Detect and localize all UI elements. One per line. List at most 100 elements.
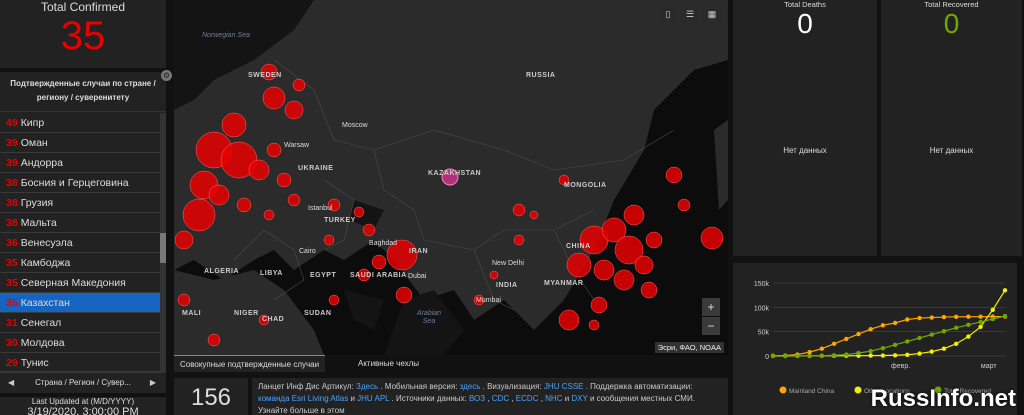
chart-data-point	[941, 346, 947, 351]
country-label-turkey: TURKEY	[324, 217, 356, 224]
country-list-item[interactable]: 29 Тунис	[0, 353, 160, 373]
country-label-india: INDIA	[496, 282, 518, 289]
info-link[interactable]: здесь	[460, 382, 481, 391]
chart-data-point	[892, 342, 898, 348]
country-name: Кипр	[20, 117, 45, 129]
prev-arrow-icon[interactable]: ◀	[8, 372, 14, 394]
info-text: Ланцет Инф Дис Артикул:	[258, 382, 357, 391]
country-list-item[interactable]: 38 Мальта	[0, 213, 160, 233]
chart-y-tick-label: 150k	[754, 281, 770, 288]
last-updated: Last Updated at (M/D/YYYY) 3/19/2020, 3:…	[0, 397, 166, 415]
info-text: . Мобильная версия:	[378, 382, 460, 391]
country-name: Босния и Герцеговина	[20, 177, 129, 189]
chart-data-point	[892, 320, 898, 326]
country-list-item[interactable]: 31 Сенегал	[0, 313, 160, 333]
country-list-item[interactable]: 39 Оман	[0, 133, 160, 153]
country-name: Северная Македония	[20, 277, 126, 289]
country-name: Камбоджа	[20, 257, 71, 269]
chart-x-tick-label: март	[981, 363, 997, 370]
chart-data-point	[795, 353, 800, 359]
country-label-iran: IRAN	[409, 248, 429, 255]
country-count: 49	[6, 117, 18, 129]
country-list-item[interactable]: 35 Камбоджа	[0, 253, 160, 273]
chart-data-point	[905, 339, 910, 344]
chart-data-point	[917, 315, 922, 321]
chart-data-point	[856, 331, 861, 337]
qr-icon[interactable]: ▦	[702, 4, 722, 24]
chart-y-tick-label: 100k	[754, 305, 770, 312]
total-confirmed-box: Total Confirmed 35	[0, 0, 166, 68]
country-list-footer[interactable]: ◀ Страна / Регион / Сувер... ▶	[0, 371, 166, 393]
info-link[interactable]: DXY	[571, 394, 587, 403]
chart-data-point	[819, 346, 825, 351]
country-list-item[interactable]: 49 Кипр	[0, 113, 160, 133]
scroll-thumb[interactable]	[160, 233, 166, 263]
last-updated-timestamp: 3/19/2020, 3:00:00 PM	[27, 406, 139, 415]
total-recovered-empty: Нет данных	[929, 146, 974, 155]
city-label-moscow: Moscow	[342, 122, 368, 129]
country-count: 29	[6, 357, 18, 369]
chart-data-point	[966, 334, 971, 339]
chart-data-point	[892, 353, 898, 358]
country-list-item[interactable]: 35 Северная Македония	[0, 273, 160, 293]
chart-data-point	[966, 314, 971, 319]
info-link[interactable]: команда Esri Living Atlas	[258, 394, 348, 403]
bottom-count: 156	[174, 378, 248, 415]
country-count: 30	[6, 337, 18, 349]
zoom-in-button[interactable]: +	[702, 298, 720, 316]
country-name: Андорра	[20, 157, 63, 169]
info-text: . Источники данных:	[389, 394, 469, 403]
chart-data-point	[868, 327, 873, 332]
country-list-item[interactable]: 38 Босния и Герцеговина	[0, 173, 160, 193]
chart-data-point	[819, 353, 825, 358]
map-tabs: Совокупные подтвержденные случаи Активны…	[174, 355, 728, 372]
sea-label-norwegian: Norwegian Sea	[202, 32, 250, 39]
chart-legend-marker	[854, 386, 862, 394]
map-canvas[interactable]	[174, 0, 728, 355]
info-link[interactable]: CDC	[492, 394, 509, 403]
info-link[interactable]: ECDC	[516, 394, 539, 403]
info-link[interactable]: ВОЗ	[469, 394, 485, 403]
country-label-egypt: EGYPT	[310, 272, 337, 279]
country-count: 39	[6, 157, 18, 169]
tab-cumulative-confirmed[interactable]: Совокупные подтвержденные случаи	[174, 355, 326, 372]
info-link[interactable]: Здесь	[356, 382, 378, 391]
total-deaths-box: Total Deaths 0 Нет данных	[733, 0, 877, 256]
chart-data-point	[978, 319, 983, 325]
country-name: Сенегал	[20, 317, 62, 329]
city-label-warsaw: Warsaw	[284, 142, 310, 149]
country-list-header: Подтвержденные случаи по стране / регион…	[0, 72, 166, 112]
list-icon[interactable]: ☰	[680, 4, 700, 24]
chart-data-point	[953, 341, 959, 347]
country-label-mali: MALI	[182, 310, 202, 317]
country-count: 35	[6, 277, 18, 289]
chart-legend-marker	[779, 386, 787, 394]
info-link[interactable]: NHC	[545, 394, 562, 403]
chart-data-point	[990, 307, 995, 312]
world-map[interactable]: Norwegian Sea Arabian Sea RUSSIA SWEDEN …	[174, 0, 728, 355]
bookmark-icon[interactable]: ▯	[658, 4, 678, 24]
tab-active-cases[interactable]: Активные чехлы	[352, 355, 425, 372]
chart-data-point	[783, 353, 788, 359]
country-list-scrollbar[interactable]	[160, 113, 166, 373]
country-list-item[interactable]: 39 Андорра	[0, 153, 160, 173]
info-link[interactable]: JHU CSSE	[544, 382, 584, 391]
chart-data-point	[941, 328, 947, 334]
country-list-item[interactable]: 30 Молдова	[0, 333, 160, 353]
zoom-out-button[interactable]: −	[702, 317, 720, 335]
country-list-item[interactable]: 35 Казахстан	[0, 293, 160, 313]
country-name: Молдова	[20, 337, 65, 349]
zoom-controls: + −	[702, 298, 720, 336]
next-arrow-icon[interactable]: ▶	[150, 372, 156, 394]
chart-data-point	[905, 317, 910, 322]
total-confirmed-title: Total Confirmed	[40, 0, 126, 14]
country-name: Грузия	[20, 197, 54, 209]
chart-data-point	[868, 353, 873, 358]
chart-y-tick-label: 0	[765, 354, 769, 361]
country-list-item[interactable]: 38 Грузия	[0, 193, 160, 213]
city-label-dubai: Dubai	[408, 273, 427, 280]
gear-icon[interactable]: ⚙	[161, 70, 172, 81]
chart-data-point	[905, 352, 910, 357]
info-link[interactable]: JHU APL	[357, 394, 389, 403]
country-list-item[interactable]: 36 Венесуэла	[0, 233, 160, 253]
